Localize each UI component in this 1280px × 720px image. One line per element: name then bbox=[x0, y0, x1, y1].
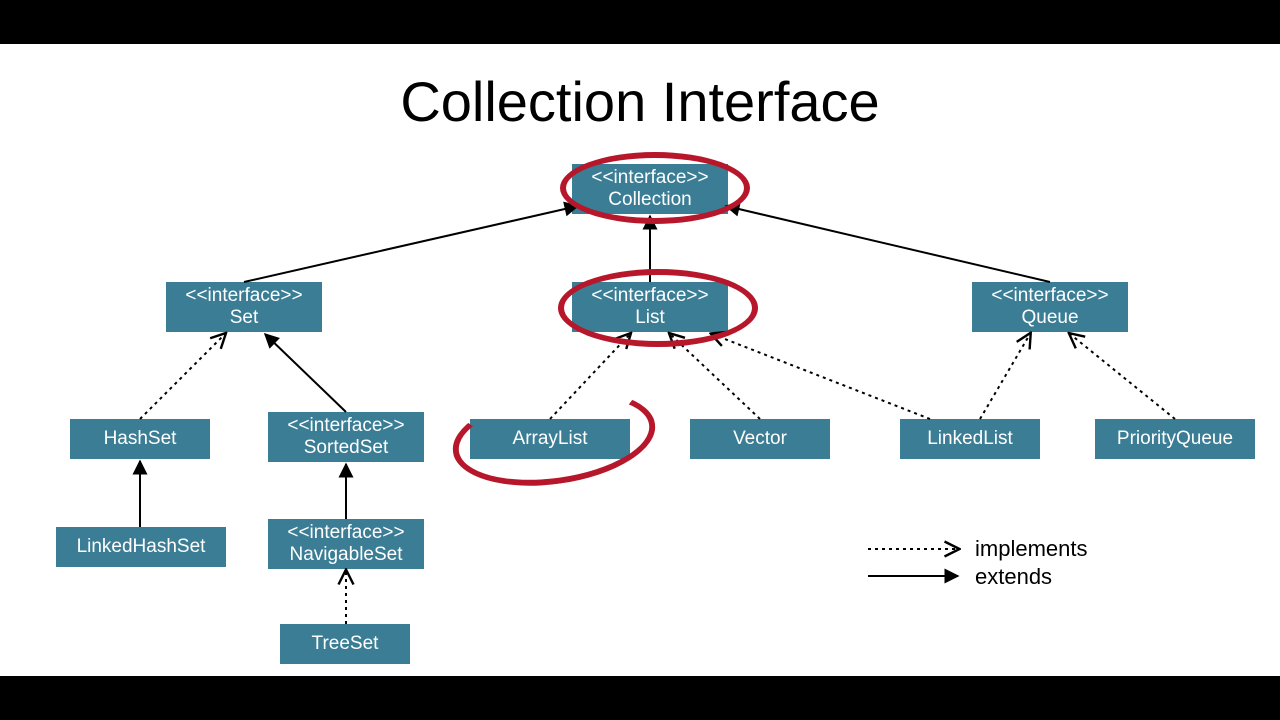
node-treeset: TreeSet bbox=[280, 624, 410, 664]
node-set: <<interface>> Set bbox=[166, 282, 322, 332]
edge-arraylist-list bbox=[550, 334, 630, 419]
stereotype-label: <<interface>> bbox=[287, 415, 404, 437]
edge-layer bbox=[0, 44, 1280, 676]
node-label: Vector bbox=[733, 428, 787, 450]
edge-queue-collection bbox=[726, 206, 1050, 282]
node-linkedlist: LinkedList bbox=[900, 419, 1040, 459]
node-vector: Vector bbox=[690, 419, 830, 459]
legend-extends-label: extends bbox=[975, 564, 1052, 590]
node-collection: <<interface>> Collection bbox=[572, 164, 728, 214]
node-list: <<interface>> List bbox=[572, 282, 728, 332]
node-priorityqueue: PriorityQueue bbox=[1095, 419, 1255, 459]
node-label: Set bbox=[230, 307, 259, 329]
stereotype-label: <<interface>> bbox=[591, 285, 708, 307]
edge-hashset-set bbox=[140, 334, 225, 419]
stereotype-label: <<interface>> bbox=[185, 285, 302, 307]
node-arraylist: ArrayList bbox=[470, 419, 630, 459]
edge-vector-list bbox=[670, 334, 760, 419]
node-hashset: HashSet bbox=[70, 419, 210, 459]
node-label: Collection bbox=[608, 189, 691, 211]
diagram-canvas: Collection Interface <<interface>> Colle… bbox=[0, 44, 1280, 676]
edge-linkedlist-queue bbox=[980, 334, 1030, 419]
edge-sortedset-set bbox=[265, 334, 346, 412]
edge-linkedlist-list bbox=[712, 334, 930, 419]
node-label: PriorityQueue bbox=[1117, 428, 1233, 450]
node-label: SortedSet bbox=[304, 437, 389, 459]
stereotype-label: <<interface>> bbox=[591, 167, 708, 189]
node-navigableset: <<interface>> NavigableSet bbox=[268, 519, 424, 569]
node-label: LinkedHashSet bbox=[77, 536, 206, 558]
edge-priorityqueue-queue bbox=[1070, 334, 1175, 419]
stereotype-label: <<interface>> bbox=[991, 285, 1108, 307]
node-label: LinkedList bbox=[927, 428, 1013, 450]
node-label: List bbox=[635, 307, 665, 329]
stereotype-label: <<interface>> bbox=[287, 522, 404, 544]
node-linkedhashset: LinkedHashSet bbox=[56, 527, 226, 567]
node-label: NavigableSet bbox=[289, 544, 402, 566]
node-queue: <<interface>> Queue bbox=[972, 282, 1128, 332]
node-sortedset: <<interface>> SortedSet bbox=[268, 412, 424, 462]
node-label: HashSet bbox=[104, 428, 177, 450]
edge-set-collection bbox=[244, 206, 578, 282]
diagram-title: Collection Interface bbox=[0, 69, 1280, 134]
node-label: ArrayList bbox=[513, 428, 588, 450]
node-label: Queue bbox=[1021, 307, 1078, 329]
legend-implements-label: implements bbox=[975, 536, 1087, 562]
node-label: TreeSet bbox=[312, 633, 379, 655]
